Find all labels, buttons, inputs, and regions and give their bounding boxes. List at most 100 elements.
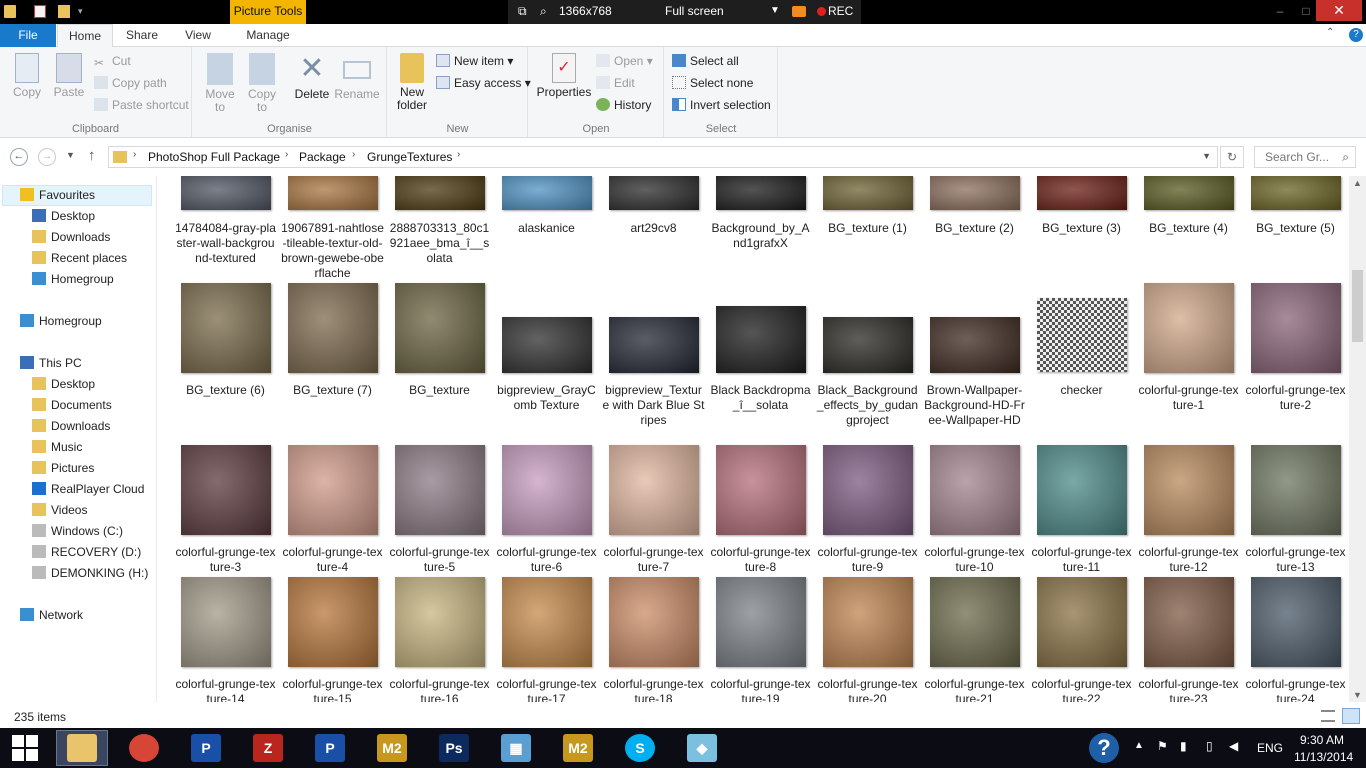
nav-item-homegroup[interactable]: Homegroup [32,269,114,289]
search-icon[interactable]: ⌕ [540,4,547,19]
file-name[interactable]: colorful-grunge-texture-3 [174,545,277,575]
chevron-down-icon[interactable]: ▼ [770,5,780,16]
file-thumbnail[interactable] [930,317,1020,373]
file-thumbnail[interactable] [716,577,806,667]
easy-access-button[interactable]: Easy access ▾ [436,74,531,92]
chevron-right-icon[interactable]: › [285,149,288,160]
file-thumbnail[interactable] [1144,445,1234,535]
breadcrumb-item[interactable]: PhotoShop Full Package [148,150,280,164]
battery-icon[interactable]: ▯ [1206,739,1213,753]
taskbar-app-button[interactable]: S [614,730,666,766]
taskbar-app-button[interactable]: M2 [366,730,418,766]
file-thumbnail[interactable] [823,577,913,667]
file-thumbnail[interactable] [1037,298,1127,372]
nav-homegroup[interactable]: Homegroup [20,311,102,331]
chevron-right-icon[interactable]: › [457,149,460,160]
tab-file[interactable]: File [0,24,56,47]
taskbar-app-button[interactable]: M2 [552,730,604,766]
select-all-button[interactable]: Select all [672,52,739,70]
start-button[interactable] [0,728,50,768]
file-thumbnail[interactable] [288,445,378,535]
file-thumbnail[interactable] [1251,176,1341,210]
file-thumbnail[interactable] [395,445,485,535]
file-name[interactable]: BG_texture (6) [174,383,277,398]
file-name[interactable]: 19067891-nahtlose-tileable-textur-old-br… [281,221,384,281]
address-history-icon[interactable]: ▼ [1202,151,1211,161]
file-thumbnail[interactable] [181,577,271,667]
copy-button[interactable]: Copy [8,53,46,99]
scroll-up-icon[interactable]: ▲ [1353,178,1362,188]
file-name[interactable]: colorful-grunge-texture-12 [1137,545,1240,575]
taskbar-app-button[interactable]: Ps [428,730,480,766]
file-name[interactable]: BG_texture (2) [923,221,1026,236]
file-thumbnail[interactable] [181,445,271,535]
chevron-right-icon[interactable]: › [352,149,355,160]
breadcrumb-item[interactable]: Package [299,150,346,164]
file-thumbnail[interactable] [395,283,485,373]
file-name[interactable]: colorful-grunge-texture-4 [281,545,384,575]
new-folder-qa-icon[interactable] [58,5,70,18]
taskbar-app-button[interactable] [118,730,170,766]
cut-button[interactable]: ✂ Cut [94,52,131,70]
maximize-button[interactable]: □ [1296,0,1316,24]
move-to-button[interactable]: Move to [201,53,239,114]
file-thumbnail[interactable] [716,306,806,373]
file-thumbnail[interactable] [395,577,485,667]
file-thumbnail[interactable] [823,176,913,210]
taskbar-app-button[interactable]: P [180,730,232,766]
chevron-right-icon[interactable]: › [133,149,136,160]
details-view-icon[interactable] [1321,710,1335,722]
file-name[interactable]: Background_by_And1grafxX [709,221,812,251]
file-name[interactable]: colorful-grunge-texture-18 [602,677,705,702]
file-name[interactable]: BG_texture (3) [1030,221,1133,236]
file-name[interactable]: BG_texture (4) [1137,221,1240,236]
file-name[interactable]: colorful-grunge-texture-8 [709,545,812,575]
file-thumbnail[interactable] [1251,445,1341,535]
file-thumbnail[interactable] [1251,283,1341,373]
file-thumbnail[interactable] [288,577,378,667]
file-name[interactable]: colorful-grunge-texture-1 [1137,383,1240,413]
file-name[interactable]: BG_texture [388,383,491,398]
file-thumbnail[interactable] [609,317,699,373]
nav-pc-item[interactable]: Windows (C:) [32,521,123,541]
file-name[interactable]: alaskanice [495,221,598,236]
file-name[interactable]: colorful-grunge-texture-19 [709,677,812,702]
file-thumbnail[interactable] [502,577,592,667]
qa-dropdown-icon[interactable]: ▾ [78,6,90,19]
properties-button[interactable]: ✓ Properties [535,53,593,99]
nav-pc-item[interactable]: Pictures [32,458,94,478]
nav-item-desktop[interactable]: Desktop [32,206,95,226]
file-name[interactable]: BG_texture (7) [281,383,384,398]
show-hidden-icons-icon[interactable]: ▲ [1134,740,1144,751]
invert-selection-button[interactable]: Invert selection [672,96,771,114]
edit-button[interactable]: Edit [596,74,635,92]
camera-icon[interactable] [792,6,806,17]
properties-qa-icon[interactable] [34,5,46,18]
network-signal-icon[interactable]: ▮ [1180,739,1187,753]
file-thumbnail[interactable] [502,176,592,210]
file-thumbnail[interactable] [609,445,699,535]
tab-view[interactable]: View [172,24,224,47]
nav-pc-item[interactable]: DEMONKING (H:) [32,563,148,583]
file-thumbnail[interactable] [716,176,806,210]
nav-pc-item[interactable]: Downloads [32,416,110,436]
scroll-down-icon[interactable]: ▼ [1353,690,1362,700]
tab-share[interactable]: Share [116,24,168,47]
file-thumbnail[interactable] [1144,577,1234,667]
file-name[interactable]: 2888703313_80c1921aee_bma_î__solata [388,221,491,266]
clock-time[interactable]: 9:30 AM [1300,733,1344,747]
file-name[interactable]: colorful-grunge-texture-9 [816,545,919,575]
file-name[interactable]: BG_texture (5) [1244,221,1347,236]
file-name[interactable]: colorful-grunge-texture-5 [388,545,491,575]
copy-to-button[interactable]: Copy to [243,53,281,114]
file-thumbnail[interactable] [823,317,913,373]
nav-network[interactable]: Network [20,605,83,625]
file-name[interactable]: bigpreview_Texture with Dark Blue Stripe… [602,383,705,428]
nav-pc-item[interactable]: RealPlayer Cloud [32,479,144,499]
file-name[interactable]: colorful-grunge-texture-23 [1137,677,1240,702]
file-thumbnail[interactable] [716,445,806,535]
file-name[interactable]: bigpreview_GrayComb Texture [495,383,598,413]
minimize-button[interactable]: – [1270,0,1290,24]
copy-path-button[interactable]: Copy path [94,74,167,92]
file-thumbnail[interactable] [930,176,1020,210]
